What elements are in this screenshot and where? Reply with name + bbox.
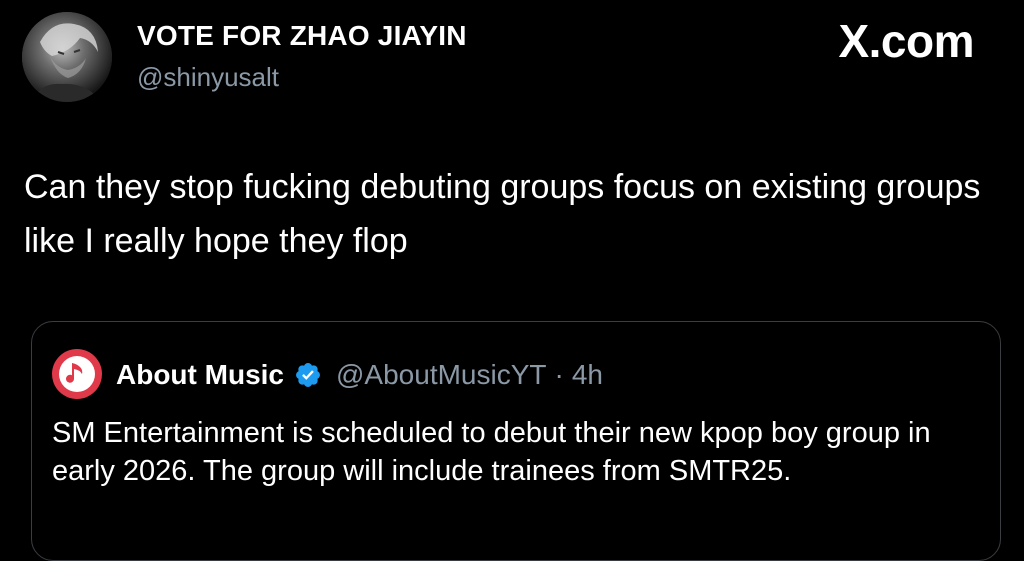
post: VOTE FOR ZHAO JIAYIN @shinyusalt X.com C… (0, 0, 1024, 561)
quoted-author-handle[interactable]: @AboutMusicYT (336, 359, 547, 391)
quoted-post-card[interactable]: About Music @AboutMusicYT · 4h SM Entert… (31, 321, 1001, 561)
author-display-name[interactable]: VOTE FOR ZHAO JIAYIN (137, 20, 467, 52)
quoted-post-timestamp[interactable]: 4h (572, 359, 603, 391)
music-note-icon (66, 363, 83, 383)
quoted-post-header: About Music @AboutMusicYT · 4h (116, 355, 603, 395)
author-handle[interactable]: @shinyusalt (137, 62, 279, 93)
quoted-author-avatar[interactable] (52, 349, 102, 399)
separator-dot: · (554, 359, 564, 390)
quoted-author-name[interactable]: About Music (116, 359, 284, 391)
quoted-post-text: SM Entertainment is scheduled to debut t… (52, 417, 931, 487)
profile-photo (22, 12, 112, 102)
verified-badge-icon (296, 363, 320, 387)
brand-watermark: X.com (838, 15, 974, 67)
post-text: Can they stop fucking debuting groups fo… (24, 168, 981, 260)
author-avatar[interactable] (22, 12, 112, 102)
